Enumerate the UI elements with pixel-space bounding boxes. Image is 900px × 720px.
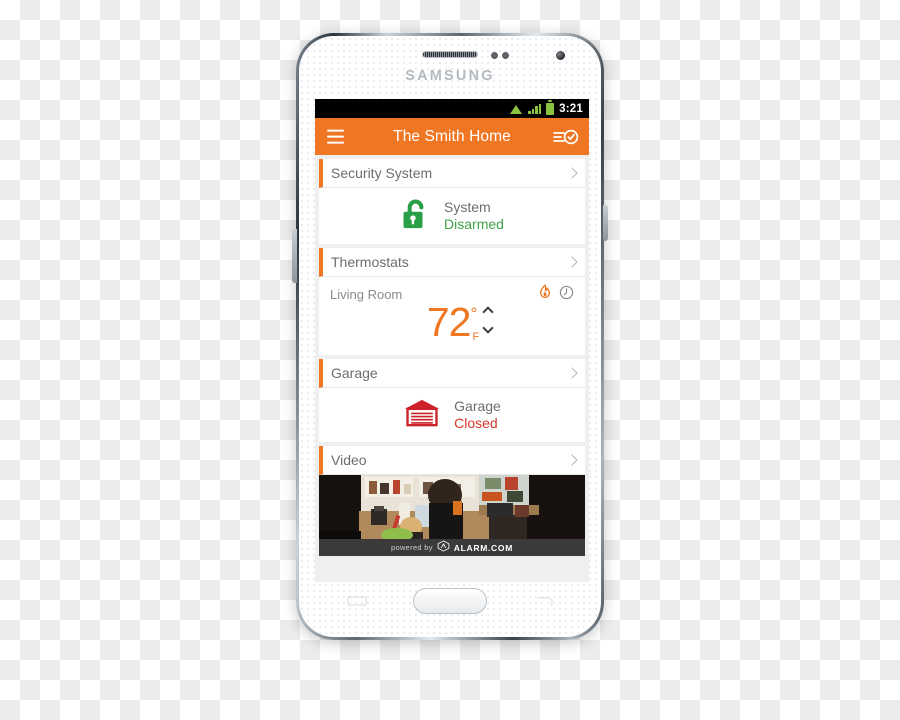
app-header-bar: The Smith Home xyxy=(315,118,589,155)
temperature-value: 72 xyxy=(426,299,472,345)
activity-checklist-icon[interactable] xyxy=(553,128,579,146)
garage-door-icon xyxy=(403,398,441,432)
android-status-bar: 3:21 xyxy=(315,99,589,118)
temperature-unit-group: ° F xyxy=(470,305,479,343)
status-badge: Disarmed xyxy=(444,216,504,232)
card-header-video[interactable]: Video xyxy=(319,446,585,475)
chevron-right-icon[interactable] xyxy=(566,367,578,379)
kitchen-camera-feed[interactable] xyxy=(319,475,585,539)
phone-bottom-bezel xyxy=(299,576,601,637)
earpiece-speaker xyxy=(422,51,478,58)
temperature-stepper[interactable] xyxy=(482,306,495,335)
phone-screen: 3:21 The Smith Home Security System Syst… xyxy=(315,99,589,582)
chevron-right-icon[interactable] xyxy=(566,256,578,268)
chevron-right-icon[interactable] xyxy=(566,167,578,179)
cellular-signal-icon xyxy=(528,103,542,114)
card-header-security-system[interactable]: Security System xyxy=(319,159,585,188)
thermostat-control[interactable]: Living Room 72 ° F xyxy=(319,277,585,355)
chevron-down-icon[interactable] xyxy=(482,322,495,335)
card-title: Video xyxy=(331,452,367,468)
card-title: Garage xyxy=(331,365,378,381)
samsung-galaxy-phone: SAMSUNG 3:21 The Smith Home Security Sys… xyxy=(292,33,608,640)
phone-top-bezel: SAMSUNG xyxy=(299,36,601,99)
card-security-system: Security System System Disarmed xyxy=(319,159,585,244)
thermostat-temperature-row: 72 ° F xyxy=(330,299,574,345)
thermostat-mode-icons xyxy=(538,284,574,305)
card-video: Video powered by ALARM.COM xyxy=(319,446,585,556)
alarm-com-brand-bar: powered by ALARM.COM xyxy=(319,539,585,556)
security-system-status-row[interactable]: System Disarmed xyxy=(319,188,585,244)
garage-status-row[interactable]: Garage Closed xyxy=(319,388,585,442)
dashboard-card-list[interactable]: Security System System Disarmed Thermost… xyxy=(315,155,589,582)
powered-by-label: powered by xyxy=(391,543,433,552)
phone-chrome-rim: SAMSUNG 3:21 The Smith Home Security Sys… xyxy=(296,33,604,640)
card-header-garage[interactable]: Garage xyxy=(319,359,585,388)
wifi-icon xyxy=(510,104,523,114)
card-title: Security System xyxy=(331,165,433,181)
degree-symbol: ° xyxy=(470,304,478,323)
fahrenheit-label: F xyxy=(472,331,480,343)
garage-text: Garage Closed xyxy=(454,398,501,433)
light-sensor xyxy=(502,52,509,59)
card-title: Thermostats xyxy=(331,254,409,270)
back-key[interactable] xyxy=(533,596,553,606)
security-system-label: System xyxy=(444,198,491,215)
alarm-com-wordmark: ALARM.COM xyxy=(453,542,513,553)
power-button[interactable] xyxy=(292,229,297,283)
proximity-sensor xyxy=(491,52,498,59)
card-thermostats: Thermostats Living Room 72 ° F xyxy=(319,248,585,355)
card-garage: Garage Garage Closed xyxy=(319,359,585,442)
samsung-logo: SAMSUNG xyxy=(405,68,495,84)
chevron-up-icon[interactable] xyxy=(482,306,495,319)
phone-front-panel: SAMSUNG 3:21 The Smith Home Security Sys… xyxy=(299,36,601,637)
alarm-com-hexagon-logo xyxy=(437,539,450,557)
card-header-thermostats[interactable]: Thermostats xyxy=(319,248,585,277)
hamburger-menu-icon[interactable] xyxy=(327,129,344,144)
status-bar-clock: 3:21 xyxy=(559,102,583,115)
garage-label: Garage xyxy=(454,397,501,414)
flame-heat-icon[interactable] xyxy=(538,284,552,305)
security-system-text: System Disarmed xyxy=(444,199,504,234)
recent-apps-key[interactable] xyxy=(347,596,367,606)
battery-icon xyxy=(546,100,555,115)
volume-button[interactable] xyxy=(603,205,608,241)
clock-schedule-icon[interactable] xyxy=(559,285,574,305)
status-badge: Closed xyxy=(454,415,498,431)
chevron-right-icon[interactable] xyxy=(566,454,578,466)
page-title: The Smith Home xyxy=(393,127,511,145)
front-camera xyxy=(556,51,565,60)
home-button[interactable] xyxy=(413,588,487,614)
unlocked-padlock-icon xyxy=(400,197,430,236)
